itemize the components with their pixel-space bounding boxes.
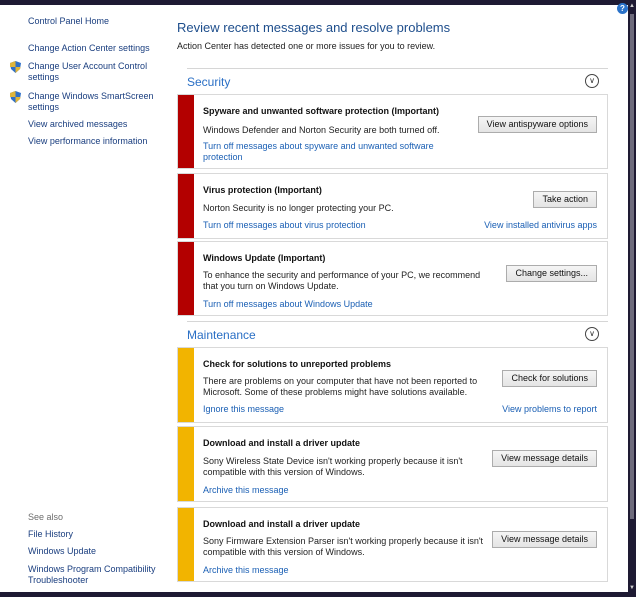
help-icon[interactable]: ? bbox=[617, 3, 628, 14]
message-card-driver-update-wireless: Download and install a driver update Son… bbox=[177, 426, 608, 502]
chevron-down-icon[interactable]: ∨ bbox=[585, 327, 599, 341]
severity-bar-warning bbox=[178, 508, 194, 581]
card-title: Spyware and unwanted software protection… bbox=[203, 106, 440, 116]
see-also-windows-update[interactable]: Windows Update bbox=[28, 546, 96, 557]
card-description: Sony Wireless State Device isn't working… bbox=[203, 456, 463, 477]
card-description: Sony Firmware Extension Parser isn't wor… bbox=[203, 536, 484, 557]
section-title-security[interactable]: Security bbox=[187, 75, 230, 89]
view-problems-to-report-link[interactable]: View problems to report bbox=[502, 404, 597, 414]
card-description: To enhance the security and performance … bbox=[203, 270, 481, 291]
severity-bar-warning bbox=[178, 427, 194, 501]
view-message-details-button[interactable]: View message details bbox=[492, 531, 597, 548]
ignore-this-message-link[interactable]: Ignore this message bbox=[203, 404, 284, 415]
severity-bar-important bbox=[178, 174, 194, 238]
see-also-heading: See also bbox=[28, 512, 64, 522]
sidebar-item-view-performance-information[interactable]: View performance information bbox=[28, 136, 147, 147]
message-card-windows-update: Windows Update (Important) To enhance th… bbox=[177, 241, 608, 316]
severity-bar-important bbox=[178, 242, 194, 315]
archive-this-message-link[interactable]: Archive this message bbox=[203, 485, 289, 496]
scrollbar-thumb[interactable] bbox=[630, 14, 634, 519]
view-antispyware-options-button[interactable]: View antispyware options bbox=[477, 116, 597, 133]
message-card-spyware: Spyware and unwanted software protection… bbox=[177, 94, 608, 169]
card-title: Check for solutions to unreported proble… bbox=[203, 359, 392, 369]
sidebar-item-change-smartscreen-settings[interactable]: Change Windows SmartScreen settings bbox=[28, 91, 158, 113]
sidebar-item-view-archived-messages[interactable]: View archived messages bbox=[28, 119, 127, 130]
archive-this-message-link[interactable]: Archive this message bbox=[203, 565, 289, 576]
card-title: Windows Update (Important) bbox=[203, 253, 326, 263]
see-also-compatibility-troubleshooter[interactable]: Windows Program Compatibility Troublesho… bbox=[28, 564, 158, 586]
page-subtitle: Action Center has detected one or more i… bbox=[177, 41, 436, 51]
sidebar-control-panel-home[interactable]: Control Panel Home bbox=[28, 16, 109, 27]
severity-bar-important bbox=[178, 95, 194, 168]
view-installed-antivirus-apps-link[interactable]: View installed antivirus apps bbox=[484, 220, 597, 230]
take-action-button[interactable]: Take action bbox=[533, 191, 597, 208]
check-for-solutions-button[interactable]: Check for solutions bbox=[502, 370, 597, 387]
sidebar: Control Panel Home Change Action Center … bbox=[0, 5, 168, 592]
card-turn-off-link[interactable]: Turn off messages about Windows Update bbox=[203, 299, 453, 310]
scroll-up-arrow-icon[interactable]: ▲ bbox=[629, 3, 635, 9]
chevron-down-icon[interactable]: ∨ bbox=[585, 74, 599, 88]
see-also-file-history[interactable]: File History bbox=[28, 529, 73, 540]
sidebar-item-change-uac-settings[interactable]: Change User Account Control settings bbox=[28, 61, 158, 83]
vertical-scrollbar[interactable]: ▲ ▼ bbox=[628, 0, 636, 597]
uac-shield-icon bbox=[10, 61, 21, 73]
card-turn-off-link[interactable]: Turn off messages about virus protection bbox=[203, 220, 453, 231]
page-title: Review recent messages and resolve probl… bbox=[177, 20, 451, 35]
severity-bar-warning bbox=[178, 348, 194, 422]
message-card-virus-protection: Virus protection (Important) Norton Secu… bbox=[177, 173, 608, 239]
window-bottom-strip bbox=[0, 592, 628, 597]
change-settings-button[interactable]: Change settings... bbox=[506, 265, 597, 282]
card-title: Download and install a driver update bbox=[203, 519, 361, 529]
section-divider bbox=[187, 68, 608, 69]
card-title: Virus protection (Important) bbox=[203, 185, 322, 195]
message-card-unreported-problems: Check for solutions to unreported proble… bbox=[177, 347, 608, 423]
scroll-down-arrow-icon[interactable]: ▼ bbox=[629, 585, 635, 591]
sidebar-item-change-action-center-settings[interactable]: Change Action Center settings bbox=[28, 43, 150, 54]
card-title: Download and install a driver update bbox=[203, 438, 361, 448]
card-description: Norton Security is no longer protecting … bbox=[203, 203, 394, 213]
uac-shield-icon bbox=[10, 91, 21, 103]
message-card-driver-update-firmware: Download and install a driver update Son… bbox=[177, 507, 608, 582]
view-message-details-button[interactable]: View message details bbox=[492, 450, 597, 467]
section-divider bbox=[187, 321, 608, 322]
card-turn-off-link[interactable]: Turn off messages about spyware and unwa… bbox=[203, 141, 453, 163]
card-description: There are problems on your computer that… bbox=[203, 376, 478, 397]
section-title-maintenance[interactable]: Maintenance bbox=[187, 328, 256, 342]
card-description: Windows Defender and Norton Security are… bbox=[203, 125, 440, 135]
